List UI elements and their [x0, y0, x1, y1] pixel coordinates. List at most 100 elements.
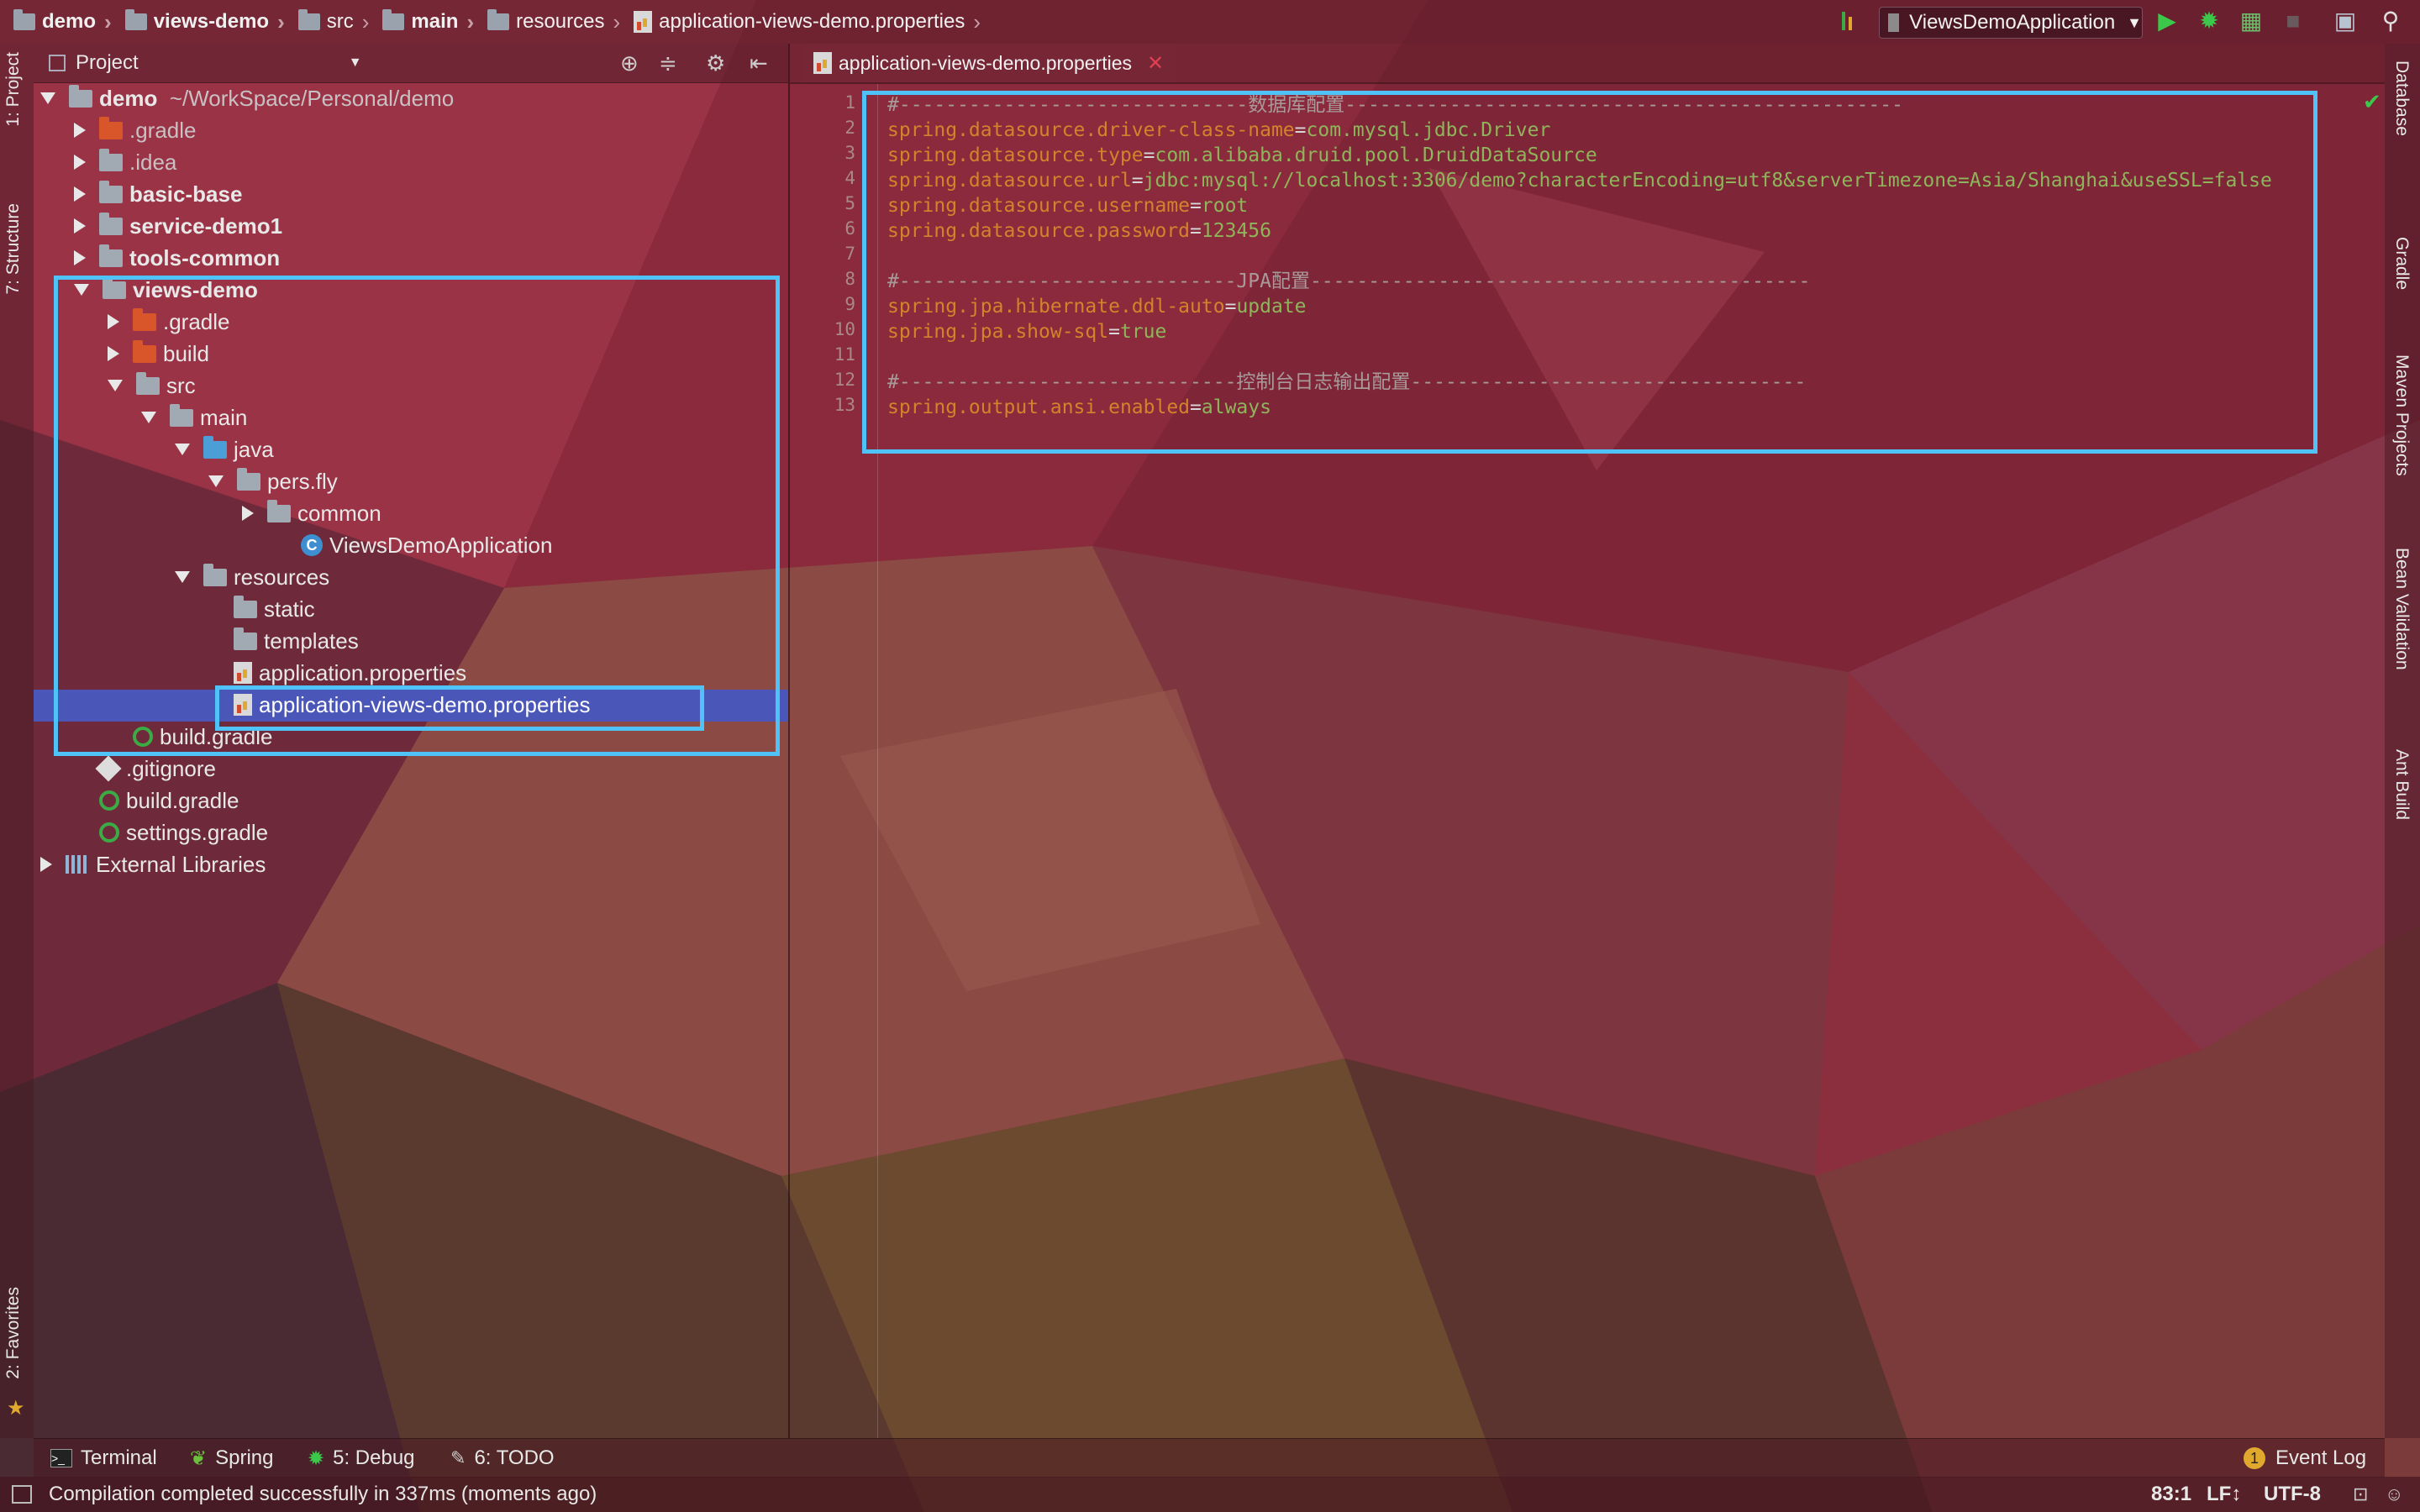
- breadcrumb-label: main: [411, 10, 459, 33]
- run-configuration-select[interactable]: ViewsDemoApplication ▼: [1879, 7, 2143, 39]
- tree-item-idea[interactable]: .idea: [74, 146, 176, 178]
- expand-arrow-icon[interactable]: [40, 92, 55, 104]
- project-structure-icon[interactable]: ▣: [2333, 8, 2358, 34]
- tab-event-log[interactable]: 1 Event Log: [2244, 1439, 2366, 1478]
- tab-debug[interactable]: ✹ 5: Debug: [308, 1439, 415, 1478]
- inspector-icon[interactable]: ☺: [2385, 1483, 2403, 1505]
- tree-item-external-libraries[interactable]: External Libraries: [40, 848, 266, 880]
- breadcrumb-file[interactable]: application-views-demo.properties ›: [620, 0, 981, 44]
- tab-label: application-views-demo.properties: [839, 51, 1132, 74]
- folder-icon: [487, 9, 510, 30]
- tab-bean-validation[interactable]: Bean Validation: [2391, 548, 2412, 670]
- left-tool-stripe: 1: Project 7: Structure 2: Favorites ★: [0, 44, 34, 1438]
- project-panel-header: Project ▼ ⊕ ≑ ⚙ ⇤: [34, 44, 788, 83]
- cursor-position[interactable]: 83:1: [2151, 1483, 2191, 1506]
- build-icon[interactable]: [1840, 8, 1857, 34]
- chevron-right-icon: ›: [973, 8, 981, 34]
- tree-item-service-demo1[interactable]: service-demo1: [74, 210, 282, 242]
- tree-item-path: ~/WorkSpace/Personal/demo: [169, 86, 455, 111]
- tab-structure[interactable]: 7: Structure: [3, 203, 24, 295]
- line-number: 13: [834, 395, 855, 415]
- tab-gradle[interactable]: Gradle: [2391, 237, 2412, 290]
- line-number: 7: [844, 244, 855, 264]
- tree-item-label: demo: [99, 86, 158, 111]
- spring-leaf-icon: ❦: [190, 1446, 208, 1470]
- folder-icon: [13, 9, 35, 30]
- tab-project[interactable]: 1: Project: [3, 52, 24, 127]
- breadcrumb-resources[interactable]: resources ›: [474, 0, 620, 44]
- collapse-all-icon[interactable]: ≑: [659, 50, 677, 76]
- breadcrumb-views-demo[interactable]: views-demo ›: [112, 0, 285, 44]
- library-icon: [66, 855, 89, 874]
- chevron-down-icon[interactable]: ▼: [349, 55, 362, 71]
- status-message: Compilation completed successfully in 33…: [49, 1483, 597, 1505]
- breadcrumb-main[interactable]: main ›: [369, 0, 474, 44]
- line-number: 11: [834, 344, 855, 365]
- tree-item-tools-common[interactable]: tools-common: [74, 242, 280, 274]
- tree-item-gitignore[interactable]: .gitignore: [74, 753, 216, 785]
- tree-item-demo[interactable]: demo ~/WorkSpace/Personal/demo: [40, 82, 454, 114]
- tab-maven-projects[interactable]: Maven Projects: [2391, 354, 2412, 476]
- tree-item-basic-base[interactable]: basic-base: [74, 178, 242, 210]
- coverage-icon[interactable]: ▦: [2238, 8, 2264, 34]
- todo-icon: ✎: [450, 1447, 466, 1468]
- tab-terminal[interactable]: >_ Terminal: [50, 1439, 157, 1478]
- tab-label: 2: Favorites: [3, 1287, 23, 1379]
- tab-ant-build[interactable]: Ant Build: [2391, 749, 2412, 820]
- folder-icon: [99, 116, 123, 139]
- tab-spring[interactable]: ❦ Spring: [190, 1439, 273, 1478]
- breadcrumb-src[interactable]: src ›: [285, 0, 369, 44]
- tab-favorites[interactable]: 2: Favorites: [3, 1287, 24, 1379]
- hide-panel-icon[interactable]: ⇤: [750, 50, 768, 76]
- expand-arrow-icon[interactable]: [40, 857, 52, 872]
- tree-item-settings-gradle[interactable]: settings.gradle: [74, 816, 268, 848]
- tab-label: Ant Build: [2392, 749, 2412, 821]
- annotation-box-views-demo: [54, 276, 780, 756]
- event-count-badge: 1: [2244, 1447, 2265, 1469]
- gradle-file-icon: [99, 822, 119, 843]
- tree-item-label: .idea: [129, 150, 177, 175]
- search-icon[interactable]: ⚲: [2378, 8, 2403, 34]
- expand-arrow-icon[interactable]: [74, 123, 86, 138]
- expand-arrow-icon[interactable]: [74, 218, 86, 234]
- line-number: 3: [844, 143, 855, 163]
- debug-icon[interactable]: ✹: [2196, 8, 2222, 34]
- line-number: 12: [834, 370, 855, 390]
- breadcrumb-label: views-demo: [153, 10, 270, 33]
- tab-label: 7: Structure: [3, 203, 23, 295]
- tab-label: 5: Debug: [333, 1446, 415, 1469]
- file-encoding[interactable]: UTF-8: [2264, 1483, 2321, 1506]
- lock-icon[interactable]: ⊡: [2353, 1483, 2368, 1505]
- tab-label: Database: [2392, 60, 2412, 136]
- project-panel-title[interactable]: Project: [76, 51, 139, 75]
- close-icon[interactable]: ✕: [1147, 51, 1164, 76]
- tree-item-build-gradle[interactable]: build.gradle: [74, 785, 239, 816]
- folder-icon: [382, 9, 405, 30]
- tab-todo[interactable]: ✎ 6: TODO: [450, 1439, 555, 1478]
- annotation-box-selected-file: [215, 685, 704, 731]
- tree-item-gradle[interactable]: .gradle: [74, 114, 197, 146]
- tab-label: Event Log: [2275, 1446, 2367, 1469]
- status-bar: Compilation completed successfully in 33…: [0, 1477, 2420, 1512]
- chevron-down-icon: ▼: [2127, 13, 2142, 31]
- line-number: 9: [844, 294, 855, 314]
- toggle-tool-windows-icon[interactable]: [12, 1485, 32, 1504]
- expand-arrow-icon[interactable]: [74, 186, 86, 202]
- breadcrumb-demo[interactable]: demo ›: [0, 0, 112, 44]
- tree-item-label: basic-base: [129, 181, 243, 207]
- tree-item-label: settings.gradle: [126, 820, 269, 845]
- breadcrumb-label: resources: [516, 10, 605, 33]
- stop-icon[interactable]: ■: [2281, 8, 2306, 34]
- locate-icon[interactable]: ⊕: [620, 50, 639, 76]
- tab-application-views-demo-properties[interactable]: application-views-demo.properties ✕: [802, 44, 1176, 82]
- expand-arrow-icon[interactable]: [74, 250, 86, 265]
- line-number: 2: [844, 118, 855, 138]
- gear-icon[interactable]: ⚙: [706, 50, 725, 76]
- gradle-file-icon: [99, 790, 119, 811]
- tree-item-label: service-demo1: [129, 213, 283, 239]
- run-icon[interactable]: ▶: [2154, 8, 2180, 34]
- tree-item-label: .gitignore: [126, 756, 216, 781]
- line-separator[interactable]: LF↕: [2207, 1483, 2241, 1506]
- tab-database[interactable]: Database: [2391, 60, 2412, 136]
- expand-arrow-icon[interactable]: [74, 155, 86, 170]
